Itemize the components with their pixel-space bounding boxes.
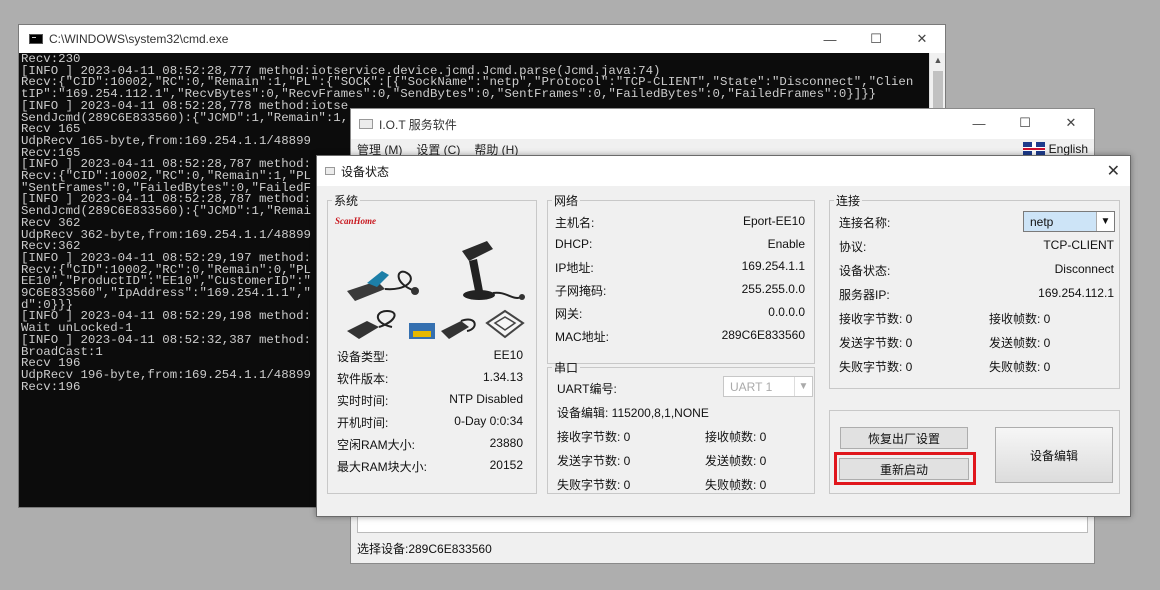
brand-logo: ScanHome	[335, 216, 377, 226]
network-field-value: Eport-EE10	[742, 214, 805, 228]
network-field-label: 网关:	[555, 306, 583, 321]
chevron-down-icon: ▼	[794, 377, 812, 396]
factory-reset-button[interactable]: 恢复出厂设置	[840, 427, 968, 449]
iot-close-button[interactable]: ✕	[1048, 109, 1094, 137]
uart-value: UART 1	[730, 380, 773, 394]
system-field-value: 0-Day 0:0:34	[454, 414, 523, 428]
close-button[interactable]: ✕	[899, 25, 945, 53]
iot-title: I.O.T 服务软件	[379, 117, 457, 132]
system-field-label: 实时时间:	[337, 394, 389, 408]
language-switch[interactable]: English	[1022, 142, 1088, 156]
device-status-dialog: 设备状态 ✕ 系统 ScanHome 设备类型: EE10 软件版本: 1.34…	[316, 155, 1131, 517]
iot-maximize-button[interactable]: ☐	[1002, 109, 1048, 137]
conn-recv-bytes: 接收字节数: 0	[839, 312, 913, 326]
scroll-up-arrow-icon[interactable]: ▲	[930, 55, 946, 65]
cmd-title: C:\WINDOWS\system32\cmd.exe	[49, 32, 229, 46]
uart-label: UART编号:	[557, 382, 617, 396]
serial-fail-frames: 失败帧数: 0	[705, 478, 767, 492]
network-field-value: 289C6E833560	[721, 327, 805, 342]
serial-recv-bytes: 接收字节数: 0	[557, 430, 631, 444]
network-field-value: Enable	[767, 236, 805, 251]
dialog-close-icon[interactable]: ✕	[1107, 161, 1120, 181]
network-field-label: MAC地址:	[555, 329, 610, 344]
serial-send-frames: 发送帧数: 0	[705, 454, 767, 468]
connection-name-label: 连接名称:	[839, 216, 891, 230]
system-field-value: NTP Disabled	[449, 392, 523, 406]
scanner-products-image	[347, 241, 525, 339]
connection-legend: 连接	[836, 194, 861, 208]
conn-send-frames: 发送帧数: 0	[989, 336, 1051, 350]
connection-name-value: netp	[1030, 215, 1054, 229]
network-field-label: 主机名:	[555, 216, 595, 230]
serial-fail-bytes: 失败字节数: 0	[557, 478, 631, 492]
language-label: English	[1048, 142, 1088, 156]
dialog-title: 设备状态	[341, 164, 390, 179]
uk-flag-icon	[1022, 142, 1045, 156]
system-field-value: 23880	[489, 436, 523, 450]
connection-field-value: Disconnect	[1054, 262, 1114, 276]
serial-legend: 串口	[554, 361, 579, 375]
status-bar: 选择设备:289C6E833560	[357, 542, 492, 556]
serial-recv-frames: 接收帧数: 0	[705, 430, 767, 444]
connection-field-label: 协议:	[839, 240, 867, 254]
connection-name-select[interactable]: netp ▼	[1023, 211, 1115, 232]
network-field-label: 子网掩码:	[555, 284, 607, 299]
system-field-label: 软件版本:	[337, 372, 389, 386]
chevron-down-icon: ▼	[1096, 212, 1114, 231]
iot-titlebar[interactable]: I.O.T 服务软件 — ☐ ✕	[351, 109, 1094, 139]
maximize-button[interactable]: ☐	[853, 25, 899, 53]
app-icon	[359, 119, 373, 129]
serial-send-bytes: 发送字节数: 0	[557, 454, 631, 468]
conn-send-bytes: 发送字节数: 0	[839, 336, 913, 350]
network-legend: 网络	[554, 194, 579, 208]
device-edit-button[interactable]: 设备编辑	[995, 427, 1113, 483]
system-field-label: 最大RAM块大小:	[337, 460, 428, 474]
connection-field-label: 设备状态:	[839, 264, 891, 278]
minimize-button[interactable]: —	[807, 25, 853, 53]
iot-minimize-button[interactable]: —	[956, 109, 1002, 137]
system-field-label: 空闲RAM大小:	[337, 438, 416, 452]
console-icon	[29, 34, 43, 44]
connection-field-label: 服务器IP:	[839, 288, 890, 302]
dialog-icon	[325, 167, 335, 175]
system-field-value: 20152	[489, 458, 523, 472]
cmd-titlebar[interactable]: C:\WINDOWS\system32\cmd.exe — ☐ ✕	[19, 25, 945, 53]
product-image: ScanHome	[331, 206, 531, 356]
conn-fail-bytes: 失败字节数: 0	[839, 360, 913, 374]
system-field-label: 设备类型:	[337, 350, 389, 364]
system-field-value: EE10	[493, 348, 523, 362]
connection-field-value: 169.254.112.1	[1038, 286, 1114, 300]
network-field-value: 255.255.0.0	[741, 282, 805, 297]
system-field-label: 开机时间:	[337, 416, 389, 430]
network-field-value: 169.254.1.1	[741, 259, 805, 274]
serial-config: 设备编辑: 115200,8,1,NONE	[557, 406, 709, 420]
conn-recv-frames: 接收帧数: 0	[989, 312, 1051, 326]
dialog-titlebar[interactable]: 设备状态 ✕	[317, 156, 1130, 186]
network-field-value: 0.0.0.0	[768, 304, 805, 319]
network-field-label: IP地址:	[555, 261, 594, 276]
conn-fail-frames: 失败帧数: 0	[989, 360, 1051, 374]
restart-button[interactable]: 重新启动	[839, 458, 969, 480]
system-field-value: 1.34.13	[482, 370, 523, 384]
network-field-label: DHCP:	[555, 236, 593, 251]
connection-field-value: TCP-CLIENT	[1043, 238, 1114, 252]
uart-select[interactable]: UART 1 ▼	[723, 376, 813, 397]
